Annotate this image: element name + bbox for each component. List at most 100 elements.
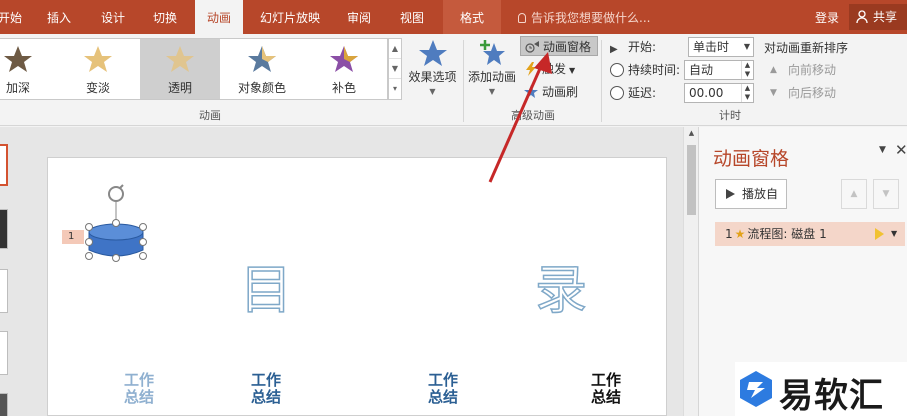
star-icon (4, 46, 32, 72)
duration-stepper[interactable]: ▲ ▼ (741, 61, 753, 79)
text-line: 工作 (250, 371, 281, 389)
chevron-down-icon[interactable]: ▼ (891, 222, 897, 246)
reorder-title: 对动画重新排序 (764, 41, 849, 55)
gallery-scroll[interactable]: ▲ ▼ ▾ (388, 38, 402, 100)
gallery-item-transparency[interactable]: 透明 (140, 39, 220, 99)
ribbon: 加深 变淡 透明 对象颜色 补色 ▲ ▼ ▾ 效果选项 ▼ 动画 添加动画 ▼ … (0, 34, 907, 157)
tab-home[interactable]: 开始 (0, 0, 28, 34)
delay-value: 00.00 (689, 86, 724, 100)
arrow-down-icon: ▼ (770, 88, 777, 98)
start-label-wrap: ▶ 开始: (610, 37, 656, 57)
chevron-down-icon: ▼ (429, 87, 436, 96)
delay-field[interactable]: 00.00 ▲ ▼ (684, 83, 754, 103)
move-later-label: 向后移动 (788, 86, 837, 100)
watermark-text: 易软汇 (779, 376, 884, 416)
move-later-button[interactable]: ▼ 向后移动 (766, 83, 846, 103)
delay-label-wrap: 延迟: (610, 83, 656, 103)
slide-title-char[interactable]: 目 (239, 248, 293, 323)
animation-gallery: 加深 变淡 透明 对象颜色 补色 (0, 38, 388, 100)
arrow-up-icon: ▲ (770, 65, 777, 75)
clock-icon (610, 86, 624, 100)
tell-me-placeholder: 告诉我您想要做什么... (531, 11, 651, 25)
text-line: 总结 (427, 388, 458, 406)
tab-design[interactable]: 设计 (94, 0, 132, 34)
tell-me-box[interactable]: 告诉我您想要做什么... (518, 0, 650, 34)
play-icon (726, 189, 735, 199)
slide-scrollbar[interactable]: ▲ (683, 127, 698, 416)
delay-stepper[interactable]: ▲ ▼ (741, 84, 753, 102)
move-up-button[interactable]: ▲ (841, 179, 867, 209)
chevron-down-icon[interactable]: ▼ (389, 59, 401, 79)
play-marker-icon (875, 228, 884, 240)
annotation-arrow-icon (488, 52, 552, 183)
gallery-item-darken[interactable]: 加深 (0, 39, 58, 99)
star-icon (418, 40, 447, 66)
login-link[interactable]: 登录 (815, 0, 839, 36)
more-icon[interactable]: ▾ (389, 79, 401, 99)
disk-shape[interactable] (80, 180, 150, 262)
play-icon: ▶ (610, 44, 618, 55)
duration-field[interactable]: 自动 ▲ ▼ (684, 60, 754, 80)
item-text: 流程图: 磁盘 1 (747, 227, 827, 241)
star-icon: ★ (734, 227, 746, 241)
duration-label-wrap: 持续时间: (610, 60, 680, 80)
chevron-up-icon[interactable]: ▲ (389, 39, 401, 59)
pane-title: 动画窗格 (713, 148, 790, 170)
divider (463, 40, 464, 122)
clock-icon (610, 63, 624, 77)
text-line: 总结 (250, 388, 281, 406)
play-from-label: 播放自 (742, 187, 779, 201)
slide-thumbnail[interactable] (0, 209, 8, 249)
slide-thumbnail[interactable] (0, 144, 8, 186)
lightbulb-icon (518, 13, 526, 23)
tab-transitions[interactable]: 切换 (146, 0, 184, 34)
slide-thumbnail[interactable] (0, 393, 8, 416)
slide-thumbnail[interactable] (0, 331, 8, 375)
group-label-animation: 动画 (199, 109, 221, 122)
person-icon (856, 10, 868, 24)
animation-list-item[interactable]: 1 ★ 流程图: 磁盘 1 ▼ (715, 222, 905, 246)
star-icon (84, 46, 112, 72)
scroll-up-icon[interactable]: ▲ (684, 129, 699, 137)
gallery-item-lighten[interactable]: 变淡 (58, 39, 138, 99)
start-label: 开始: (628, 40, 657, 54)
duration-value: 自动 (689, 63, 714, 77)
gallery-item-object-color[interactable]: 对象颜色 (222, 39, 302, 99)
tab-slideshow[interactable]: 幻灯片放映 (252, 0, 328, 34)
pane-options-icon[interactable]: ▼ (879, 145, 886, 155)
tab-animations[interactable]: 动画 (195, 0, 243, 34)
scroll-thumb[interactable] (687, 145, 696, 215)
gallery-item-label: 加深 (5, 81, 30, 95)
start-dropdown[interactable]: 单击时 ▼ (688, 37, 754, 57)
tab-view[interactable]: 视图 (393, 0, 431, 34)
tab-review[interactable]: 审阅 (340, 0, 378, 34)
slide-thumbnail[interactable] (0, 269, 8, 313)
move-earlier-button[interactable]: ▲ 向前移动 (766, 60, 846, 80)
share-label: 共享 (873, 10, 898, 24)
close-icon[interactable]: ✕ (895, 141, 907, 159)
star-icon (248, 46, 276, 72)
move-down-button[interactable]: ▼ (873, 179, 899, 209)
slide-text-box[interactable]: 工作 总结 (584, 372, 628, 406)
play-from-button[interactable]: 播放自 (715, 179, 787, 209)
slide-text-box[interactable]: 工作 总结 (421, 372, 465, 406)
share-button[interactable]: 共享 (849, 4, 907, 30)
effect-options-button[interactable]: 效果选项 ▼ (405, 38, 460, 96)
gallery-item-label: 透明 (167, 81, 192, 95)
group-label-timing: 计时 (719, 109, 741, 122)
tab-insert[interactable]: 插入 (40, 0, 78, 34)
effect-options-label: 效果选项 (408, 70, 457, 84)
gallery-item-label: 补色 (331, 81, 356, 95)
slide-text-box[interactable]: 工作 总结 (117, 372, 161, 406)
move-earlier-label: 向前移动 (788, 63, 837, 77)
rotate-handle-icon (108, 186, 124, 202)
duration-label: 持续时间: (628, 63, 681, 77)
slide-text-box[interactable]: 工作 总结 (244, 372, 288, 406)
watermark-logo-icon (740, 371, 772, 407)
slide-title-char[interactable]: 录 (534, 248, 588, 323)
tab-format[interactable]: 格式 (443, 0, 501, 34)
gallery-item-label: 对象颜色 (237, 81, 286, 95)
gallery-item-complementary[interactable]: 补色 (304, 39, 384, 99)
ribbon-tab-bar: 开始 插入 设计 切换 动画 幻灯片放映 审阅 视图 格式 告诉我您想要做什么.… (0, 0, 907, 34)
text-line: 工作 (123, 371, 154, 389)
